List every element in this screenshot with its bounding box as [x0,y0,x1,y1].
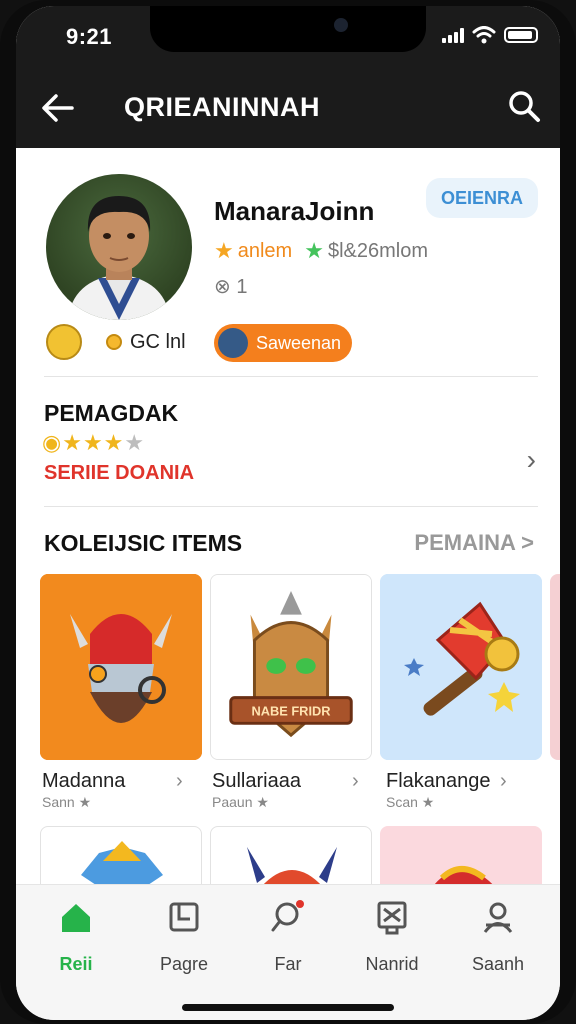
score-label: $l&26mlom [327,239,428,262]
rating-row[interactable]: PEMAGDAK ◉★★★★ SERIIE DOANIA › [16,378,560,506]
emoji-icon [46,324,82,360]
star-icon: ★ [82,430,104,455]
status-icons [442,26,538,44]
level-row: ⊗ 1 [214,274,247,299]
phone-frame: 9:21 QRIEANINNAH ManaraJoinn OEIENRA ★ a… [0,0,576,1024]
profile-name: ManaraJoinn [214,196,375,226]
chevron-right-icon: › [526,444,536,475]
follow-button[interactable]: Saweenan [214,324,352,362]
search-icon[interactable] [506,88,542,124]
avatar[interactable] [46,174,192,320]
tab-home[interactable]: Reii [22,899,130,975]
rating-title: PEMAGDAK [44,400,179,426]
tab-label: Nanrid [365,954,419,974]
mask-warrior-icon [40,574,202,760]
map-icon [377,901,407,935]
mini-avatar [218,328,248,358]
home-icon [62,904,90,932]
divider [44,376,538,377]
battery-icon [504,27,538,43]
page-title: QRIEANINNAH [124,92,321,122]
coin-label: GC lnl [130,330,186,353]
hammer-icon [380,574,542,760]
coin-row: GC lnl [46,324,186,360]
tab-label: Far [274,954,302,974]
item-sub: Scan ★ [386,794,435,810]
profile-section: ManaraJoinn OEIENRA ★ anlem ★ $l&26mlom … [16,148,560,376]
rating-subtitle: SERIIE DOANIA [44,462,195,484]
item-name: Madanna [42,770,126,792]
profile-stats: ★ anlem ★ $l&26mlom [214,238,428,264]
screen: 9:21 QRIEANINNAH ManaraJoinn OEIENRA ★ a… [16,6,560,1020]
profile-badge[interactable]: OEIENRA [426,178,538,218]
back-arrow-icon[interactable] [38,88,78,128]
page-icon [169,902,199,932]
tab-bar: Reii Pagre Far Nanrid Saanh [16,884,560,1020]
status-time: 9:21 [66,24,113,49]
tab-label: Pagre [159,954,209,974]
green-star-icon: ★ [304,238,324,263]
item-card[interactable] [380,574,542,760]
tab-profile[interactable]: Saanh [444,899,552,975]
item-sub: Paaun ★ [212,794,269,810]
signal-icon [442,27,464,43]
star-icon: ★ [62,430,83,455]
chevron-right-icon: › [352,770,359,792]
see-all-link[interactable]: PEMAINA > [414,530,534,556]
beast-emblem-icon: NABE FRIDR [211,575,371,759]
home-indicator [182,1004,394,1011]
coin-icon [106,334,122,350]
app-bar: QRIEANINNAH [16,66,560,148]
notch [150,6,426,52]
chevron-right-icon: › [500,770,507,792]
tab-label: Reii [59,954,93,974]
user-icon [483,902,513,933]
follow-button-label: Saweenan [256,333,342,353]
coin-icon: ◉ [42,430,63,455]
item-sub: Sann ★ [42,794,92,810]
tab-pages[interactable]: Pagre [130,899,238,975]
search-icon [271,900,304,932]
item-name: Flakanange [386,770,491,792]
tab-label: Saanh [471,954,525,974]
rating-label: anlem [237,239,293,262]
level-value: 1 [236,276,248,298]
item-name: Sullariaaa [212,770,301,792]
rating-stars: ◉★★★★ [42,430,145,456]
wifi-icon [472,26,496,44]
tab-inventory[interactable]: Nanrid [338,899,446,975]
status-bar: 9:21 [16,6,560,66]
divider [44,506,538,507]
camera-icon [334,18,348,32]
star-icon: ★ [214,238,234,263]
tab-discover[interactable]: Far [234,899,342,975]
level-icon: ⊗ [214,276,231,298]
star-icon: ★ [103,430,125,455]
item-card[interactable]: NABE FRIDR [210,574,372,760]
collection-title: KOLEIJSIC ITEMS [44,530,243,556]
item-card[interactable] [40,574,202,760]
chevron-right-icon: › [176,770,183,792]
item-card-partial[interactable] [550,574,560,760]
emblem-banner-text: NABE FRIDR [251,703,330,718]
star-empty-icon: ★ [124,430,146,455]
